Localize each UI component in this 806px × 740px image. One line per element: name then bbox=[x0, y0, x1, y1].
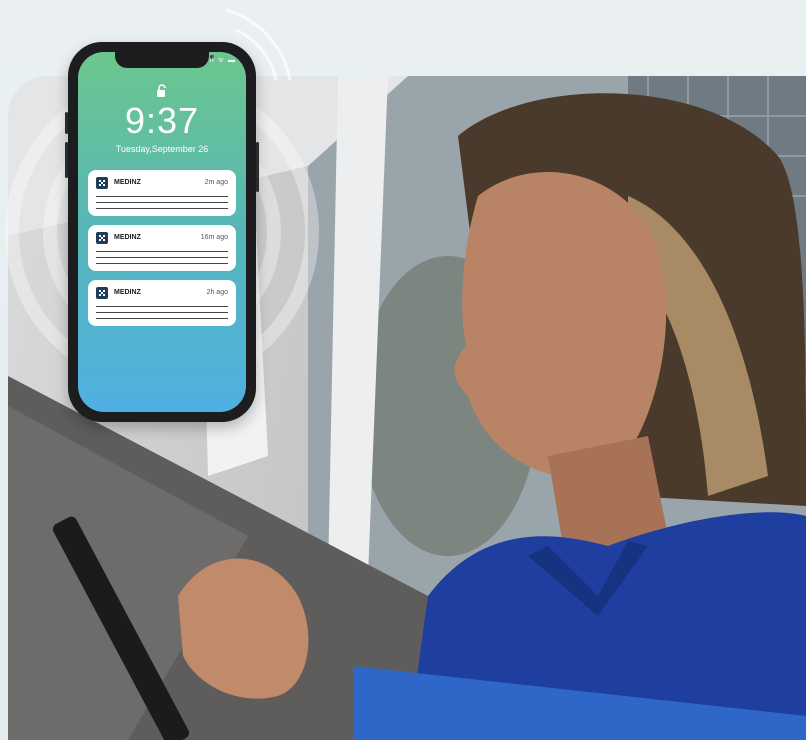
notification-time: 2h ago bbox=[206, 289, 228, 296]
notification-text-line bbox=[96, 251, 228, 252]
phone-side-button bbox=[65, 112, 68, 134]
status-icons: ıl ᯤ ▬ bbox=[209, 57, 236, 64]
notification-card[interactable]: MEDINZ 2m ago bbox=[88, 170, 236, 216]
notification-app-name: MEDINZ bbox=[114, 179, 141, 186]
notification-text-line bbox=[96, 318, 228, 319]
lock-screen: ıl ᯤ ▬ 9:37 Tuesday,September 26 MEDINZ … bbox=[78, 52, 246, 412]
notification-card[interactable]: MEDINZ 16m ago bbox=[88, 225, 236, 271]
notification-text-line bbox=[96, 208, 228, 209]
notification-app-name: MEDINZ bbox=[114, 234, 141, 241]
medinz-logo-icon bbox=[96, 177, 108, 189]
medinz-logo-icon bbox=[96, 287, 108, 299]
notification-app-name: MEDINZ bbox=[114, 289, 141, 296]
notification-text-line bbox=[96, 202, 228, 203]
notification-time: 16m ago bbox=[200, 234, 228, 241]
notification-text-line bbox=[96, 312, 228, 313]
phone-mockup: ıl ᯤ ▬ 9:37 Tuesday,September 26 MEDINZ … bbox=[65, 42, 259, 422]
notification-time: 2m ago bbox=[204, 179, 228, 186]
phone-power-button bbox=[256, 142, 259, 192]
notification-text-line bbox=[96, 263, 228, 264]
notification-text-line bbox=[96, 306, 228, 307]
lock-screen-time: 9:37 bbox=[124, 100, 200, 141]
unlock-icon bbox=[157, 84, 166, 97]
notification-card[interactable]: MEDINZ 2h ago bbox=[88, 280, 236, 326]
lock-screen-date: Tuesday,September 26 bbox=[115, 144, 209, 154]
phone-notch bbox=[115, 52, 214, 68]
medinz-logo-icon bbox=[96, 232, 108, 244]
notification-text-line bbox=[96, 196, 228, 197]
notification-text-line bbox=[96, 257, 228, 258]
phone-side-button bbox=[65, 142, 68, 178]
